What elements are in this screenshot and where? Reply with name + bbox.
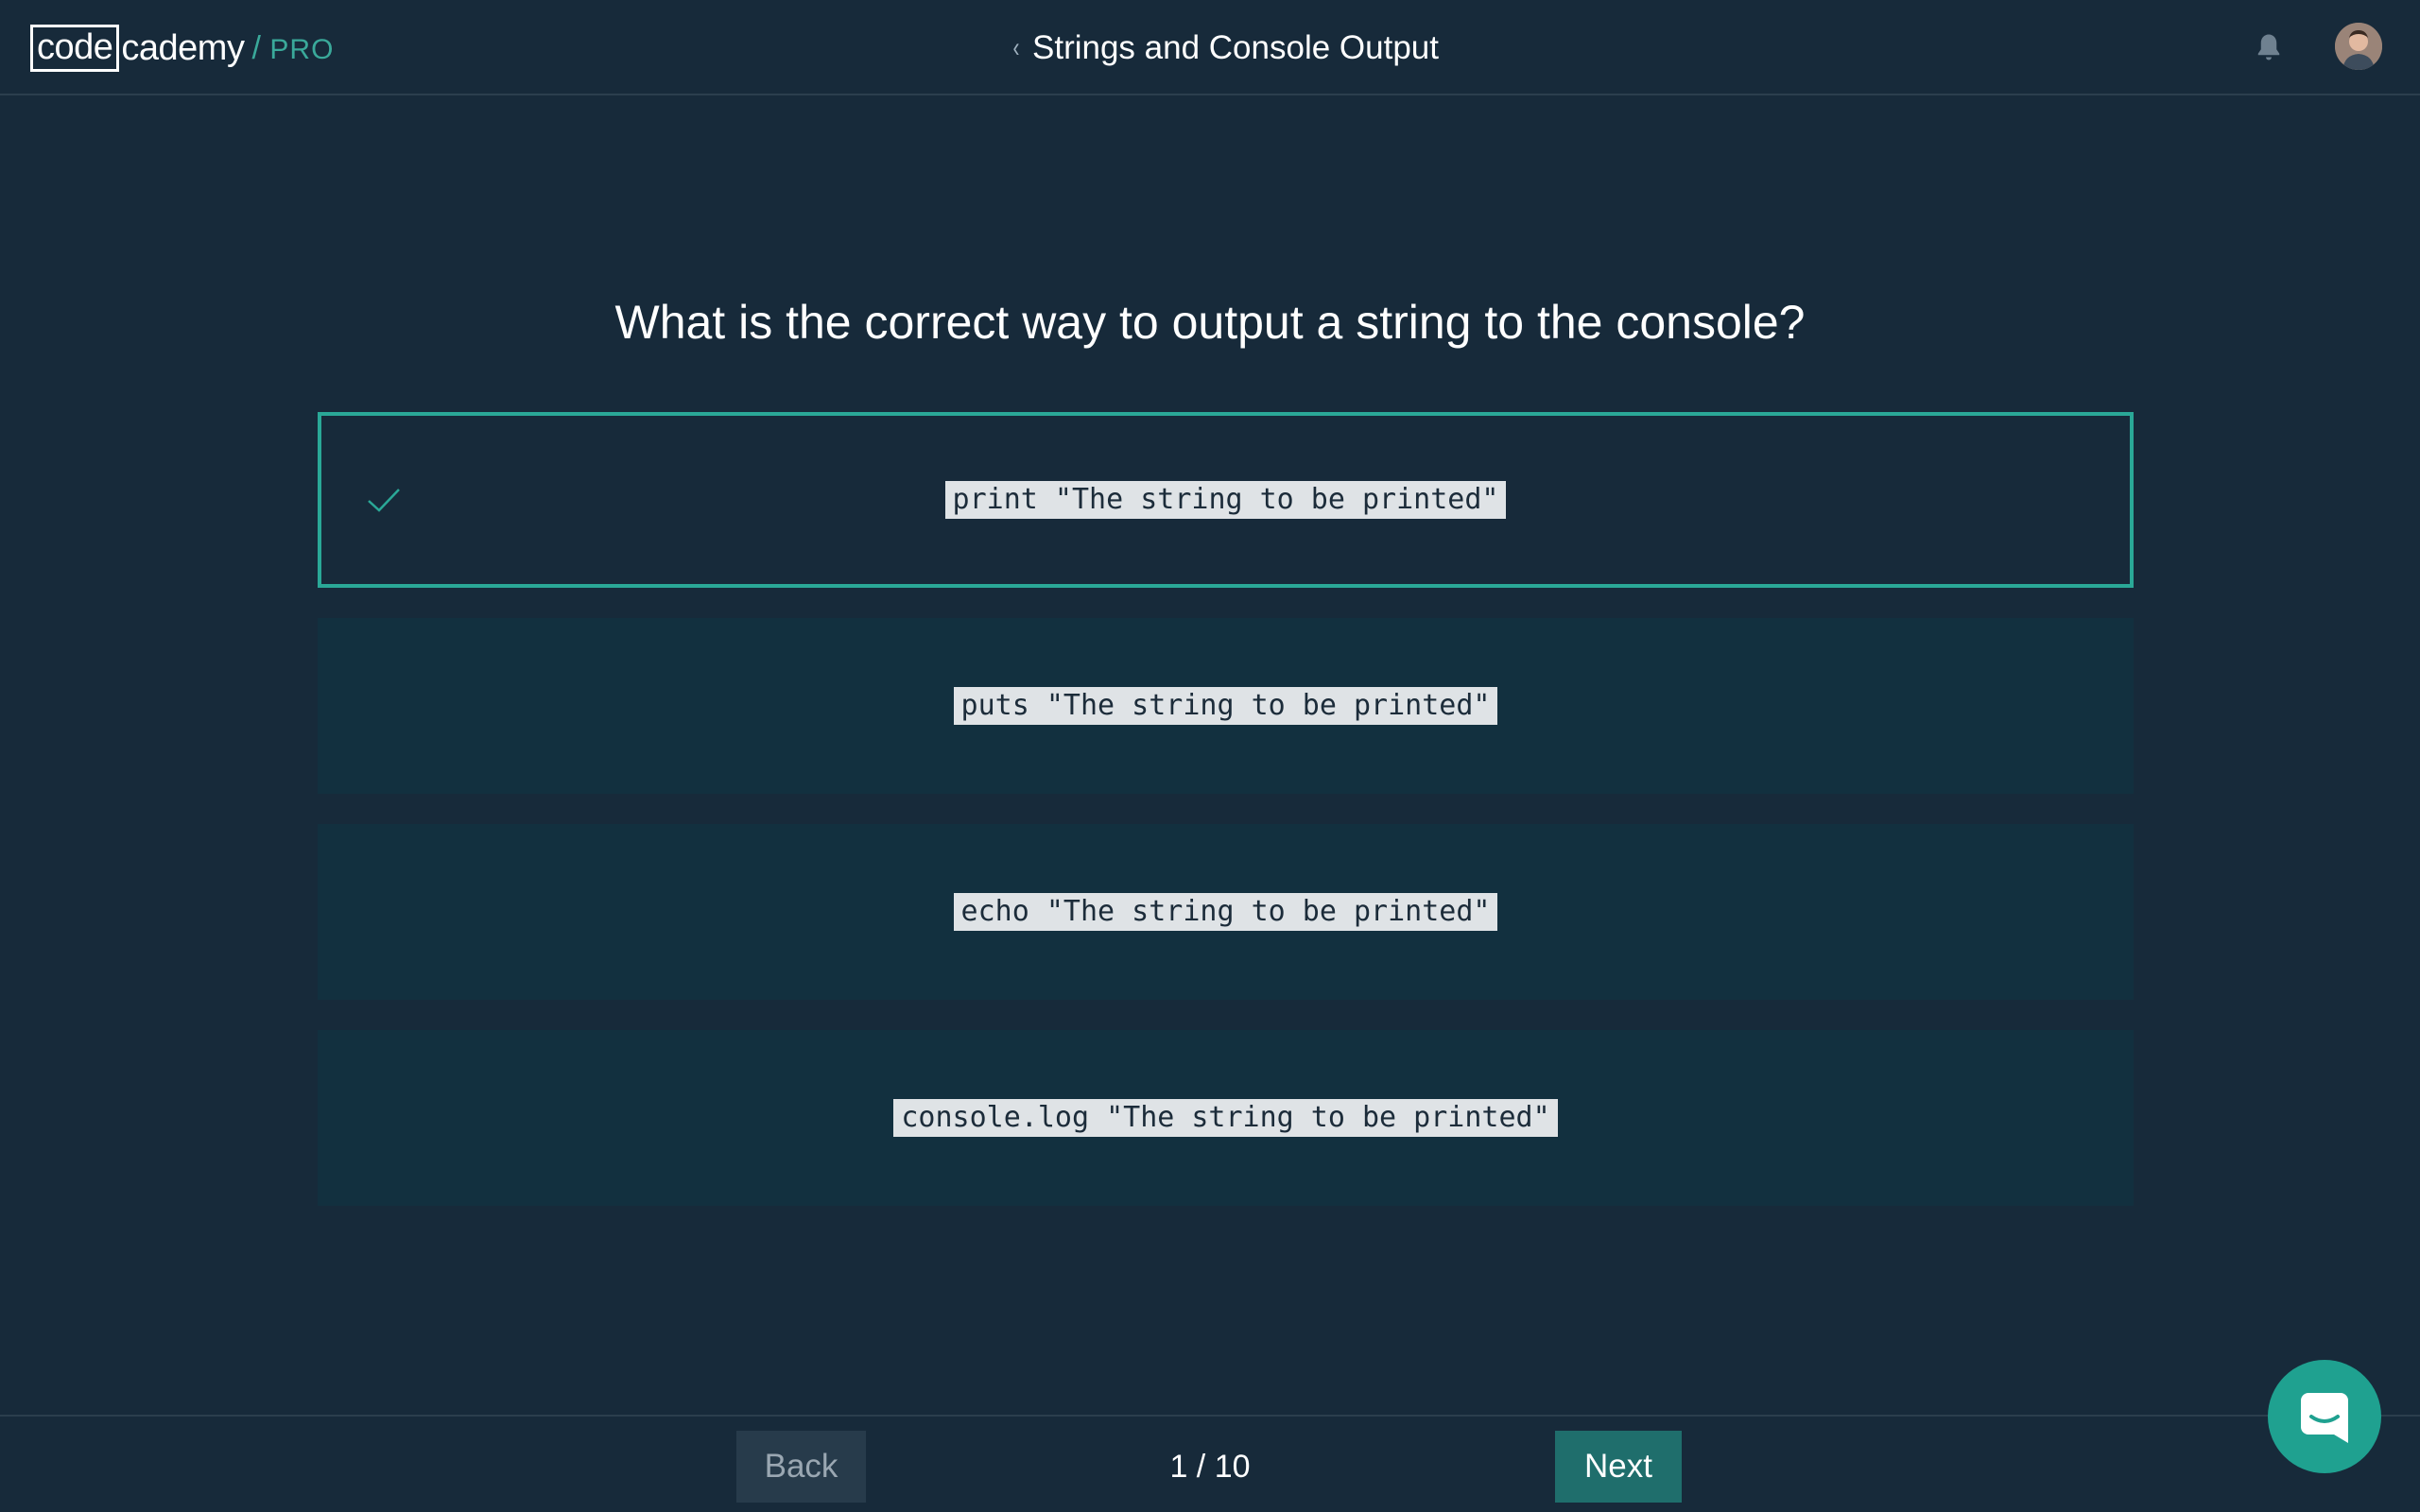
next-button[interactable]: Next [1555, 1431, 1682, 1503]
answer-code: puts "The string to be printed" [953, 687, 1498, 725]
answer-code: console.log "The string to be printed" [893, 1099, 1558, 1137]
logo-cademy-text: cademy [121, 27, 245, 68]
answer-options: print "The string to be printed" puts "T… [318, 412, 2134, 1236]
bell-icon[interactable] [2252, 30, 2286, 64]
answer-option-1[interactable]: print "The string to be printed" [318, 412, 2134, 588]
answer-option-4[interactable]: console.log "The string to be printed" [318, 1030, 2134, 1206]
chevron-left-icon: ‹ [1012, 32, 1020, 63]
logo-slash: / [251, 29, 261, 66]
answer-option-2[interactable]: puts "The string to be printed" [318, 618, 2134, 794]
logo-code-box: code [30, 25, 120, 72]
course-title: Strings and Console Output [1032, 29, 1439, 66]
logo-pro-badge: PRO [269, 34, 335, 65]
user-avatar[interactable] [2335, 23, 2382, 70]
answer-code: echo "The string to be printed" [953, 893, 1498, 931]
back-button[interactable]: Back [736, 1431, 866, 1503]
progress-indicator: 1 / 10 [1169, 1448, 1251, 1485]
chat-launcher-button[interactable] [2268, 1360, 2381, 1473]
answer-option-3[interactable]: echo "The string to be printed" [318, 824, 2134, 1000]
chat-bubble-icon [2301, 1393, 2348, 1443]
checkmark-icon [368, 489, 400, 512]
avatar-image [2335, 23, 2382, 70]
codecademy-pro-logo[interactable]: code cademy / PRO [30, 23, 334, 74]
quiz-footer: Back 1 / 10 Next [0, 1415, 2420, 1512]
question-text: What is the correct way to output a stri… [614, 296, 1806, 349]
top-nav: code cademy / PRO ‹ Strings and Console … [0, 0, 2420, 95]
course-title-link[interactable]: ‹ Strings and Console Output [1011, 23, 1439, 74]
answer-code: print "The string to be printed" [944, 481, 1507, 519]
